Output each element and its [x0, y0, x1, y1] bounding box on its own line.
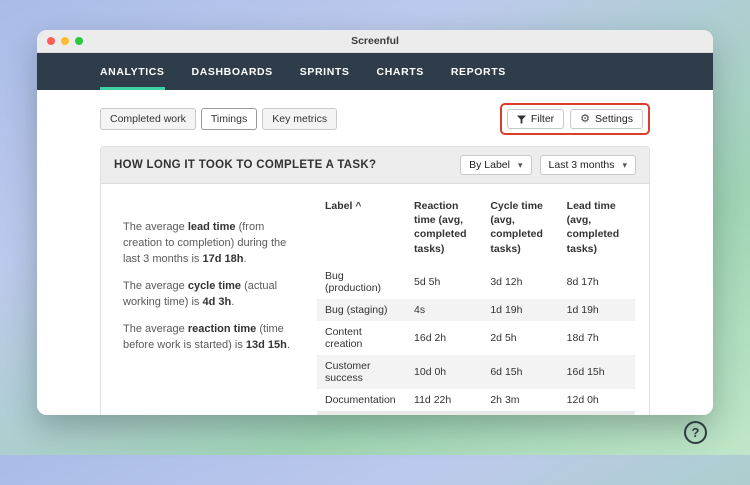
table-row: Customer success 10d 0h 6d 15h 16d 15h — [317, 354, 635, 389]
period-value: Last 3 months — [548, 159, 615, 171]
cell-label: Total — [317, 411, 406, 415]
card-body: The average lead time (from creation to … — [101, 184, 649, 415]
table-header-row: Label ^ Reaction time (avg, completed tas… — [317, 196, 635, 265]
minimize-window-button[interactable] — [61, 37, 69, 45]
cell-cycle: 4d 3h — [482, 411, 558, 415]
cell-cycle: 3d 12h — [490, 275, 523, 288]
page-content: Completed work Timings Key metrics Filte… — [37, 90, 713, 415]
chevron-down-icon: ▾ — [622, 159, 627, 170]
table-row: Content creation 16d 2h 2d 5h 18d 7h — [317, 321, 635, 355]
summary-reaction-time: The average reaction time (time before w… — [123, 322, 290, 351]
cell-label: Documentation — [325, 393, 396, 406]
cell-reaction: 13d 15h — [406, 411, 482, 415]
funnel-icon — [516, 114, 526, 124]
gear-icon: ⚙ — [580, 112, 591, 125]
traffic-lights — [47, 30, 83, 52]
nav-item-dashboards[interactable]: DASHBOARDS — [192, 53, 273, 90]
card-filters: By Label ▾ Last 3 months ▾ — [460, 155, 636, 175]
cell-reaction: 11d 22h — [414, 393, 452, 406]
nav-item-sprints[interactable]: SPRINTS — [300, 53, 350, 90]
cell-label: Content creation — [325, 325, 363, 350]
cell-label: Bug (staging) — [325, 303, 388, 316]
nav-item-charts[interactable]: CHARTS — [377, 53, 424, 90]
cell-cycle: 6d 15h — [490, 365, 523, 378]
window-titlebar[interactable]: Screenful — [37, 30, 713, 53]
cell-lead: 18d 7h — [566, 331, 599, 344]
cell-lead: 12d 0h — [566, 393, 599, 406]
card-header: HOW LONG IT TOOK TO COMPLETE A TASK? By … — [101, 147, 649, 184]
tab-key-metrics[interactable]: Key metrics — [262, 108, 338, 130]
annotation-highlight-box: Filter ⚙ Settings — [499, 103, 650, 135]
cell-lead: 17d 18h — [559, 411, 635, 415]
filter-button-label: Filter — [530, 113, 555, 125]
table-row: Documentation 11d 22h 2h 3m 12d 0h — [317, 389, 635, 411]
summary-panel: The average lead time (from creation to … — [123, 196, 293, 415]
settings-button-label: Settings — [595, 113, 633, 125]
cell-reaction: 16d 2h — [414, 331, 447, 344]
summary-lead-time: The average lead time (from creation to … — [123, 221, 287, 265]
tabs-toolbar-row: Completed work Timings Key metrics Filte… — [100, 103, 650, 135]
cell-lead: 1d 19h — [566, 303, 599, 316]
cell-cycle: 2h 3m — [490, 393, 520, 406]
tab-timings[interactable]: Timings — [200, 108, 258, 130]
nav-item-reports[interactable]: REPORTS — [451, 53, 506, 90]
column-header-lead-time[interactable]: Lead time (avg, completed tasks) — [559, 196, 635, 265]
cell-reaction: 5d 5h — [414, 275, 441, 288]
cell-label: Customer success — [325, 359, 371, 384]
view-tabs: Completed work Timings Key metrics — [100, 108, 338, 130]
timings-table: Label ^ Reaction time (avg, completed tas… — [317, 196, 635, 415]
close-window-button[interactable] — [47, 37, 55, 45]
timings-table-area: Label ^ Reaction time (avg, completed tas… — [317, 196, 635, 415]
table-row: Bug (staging) 4s 1d 19h 1d 19h — [317, 298, 635, 321]
cell-label: Bug (production) — [325, 269, 382, 294]
app-window: Screenful ANALYTICS DASHBOARDS SPRINTS C… — [37, 30, 713, 415]
summary-cycle-time: The average cycle time (actual working t… — [123, 279, 278, 308]
cell-cycle: 1d 19h — [490, 303, 523, 316]
cell-reaction: 4s — [414, 303, 426, 316]
column-header-label[interactable]: Label ^ — [317, 196, 406, 265]
column-header-cycle-time[interactable]: Cycle time (avg, completed tasks) — [482, 196, 558, 265]
column-header-reaction-time[interactable]: Reaction time (avg, completed tasks) — [406, 196, 482, 265]
group-by-select[interactable]: By Label ▾ — [460, 155, 532, 175]
table-total-row: Total 13d 15h 4d 3h 17d 18h — [317, 410, 635, 415]
card-title: HOW LONG IT TOOK TO COMPLETE A TASK? — [114, 159, 377, 171]
main-nav: ANALYTICS DASHBOARDS SPRINTS CHARTS REPO… — [37, 53, 713, 90]
cell-lead: 8d 17h — [566, 275, 599, 288]
window-title: Screenful — [351, 35, 399, 47]
period-select[interactable]: Last 3 months ▾ — [539, 155, 636, 175]
timings-card: HOW LONG IT TOOK TO COMPLETE A TASK? By … — [100, 146, 650, 415]
filter-button[interactable]: Filter — [506, 109, 565, 129]
table-row: Bug (production) 5d 5h 3d 12h 8d 17h — [317, 265, 635, 299]
cell-lead: 16d 15h — [566, 365, 605, 378]
nav-item-analytics[interactable]: ANALYTICS — [100, 53, 165, 90]
group-by-value: By Label — [469, 159, 510, 171]
settings-button[interactable]: ⚙ Settings — [570, 109, 643, 129]
chevron-down-icon: ▾ — [517, 159, 523, 170]
cell-reaction: 10d 0h — [414, 365, 447, 378]
cell-cycle: 2d 5h — [490, 331, 517, 344]
sort-asc-icon: ^ — [355, 201, 362, 212]
zoom-window-button[interactable] — [75, 37, 83, 45]
tab-completed-work[interactable]: Completed work — [100, 108, 196, 130]
help-button[interactable]: ? — [684, 421, 707, 444]
